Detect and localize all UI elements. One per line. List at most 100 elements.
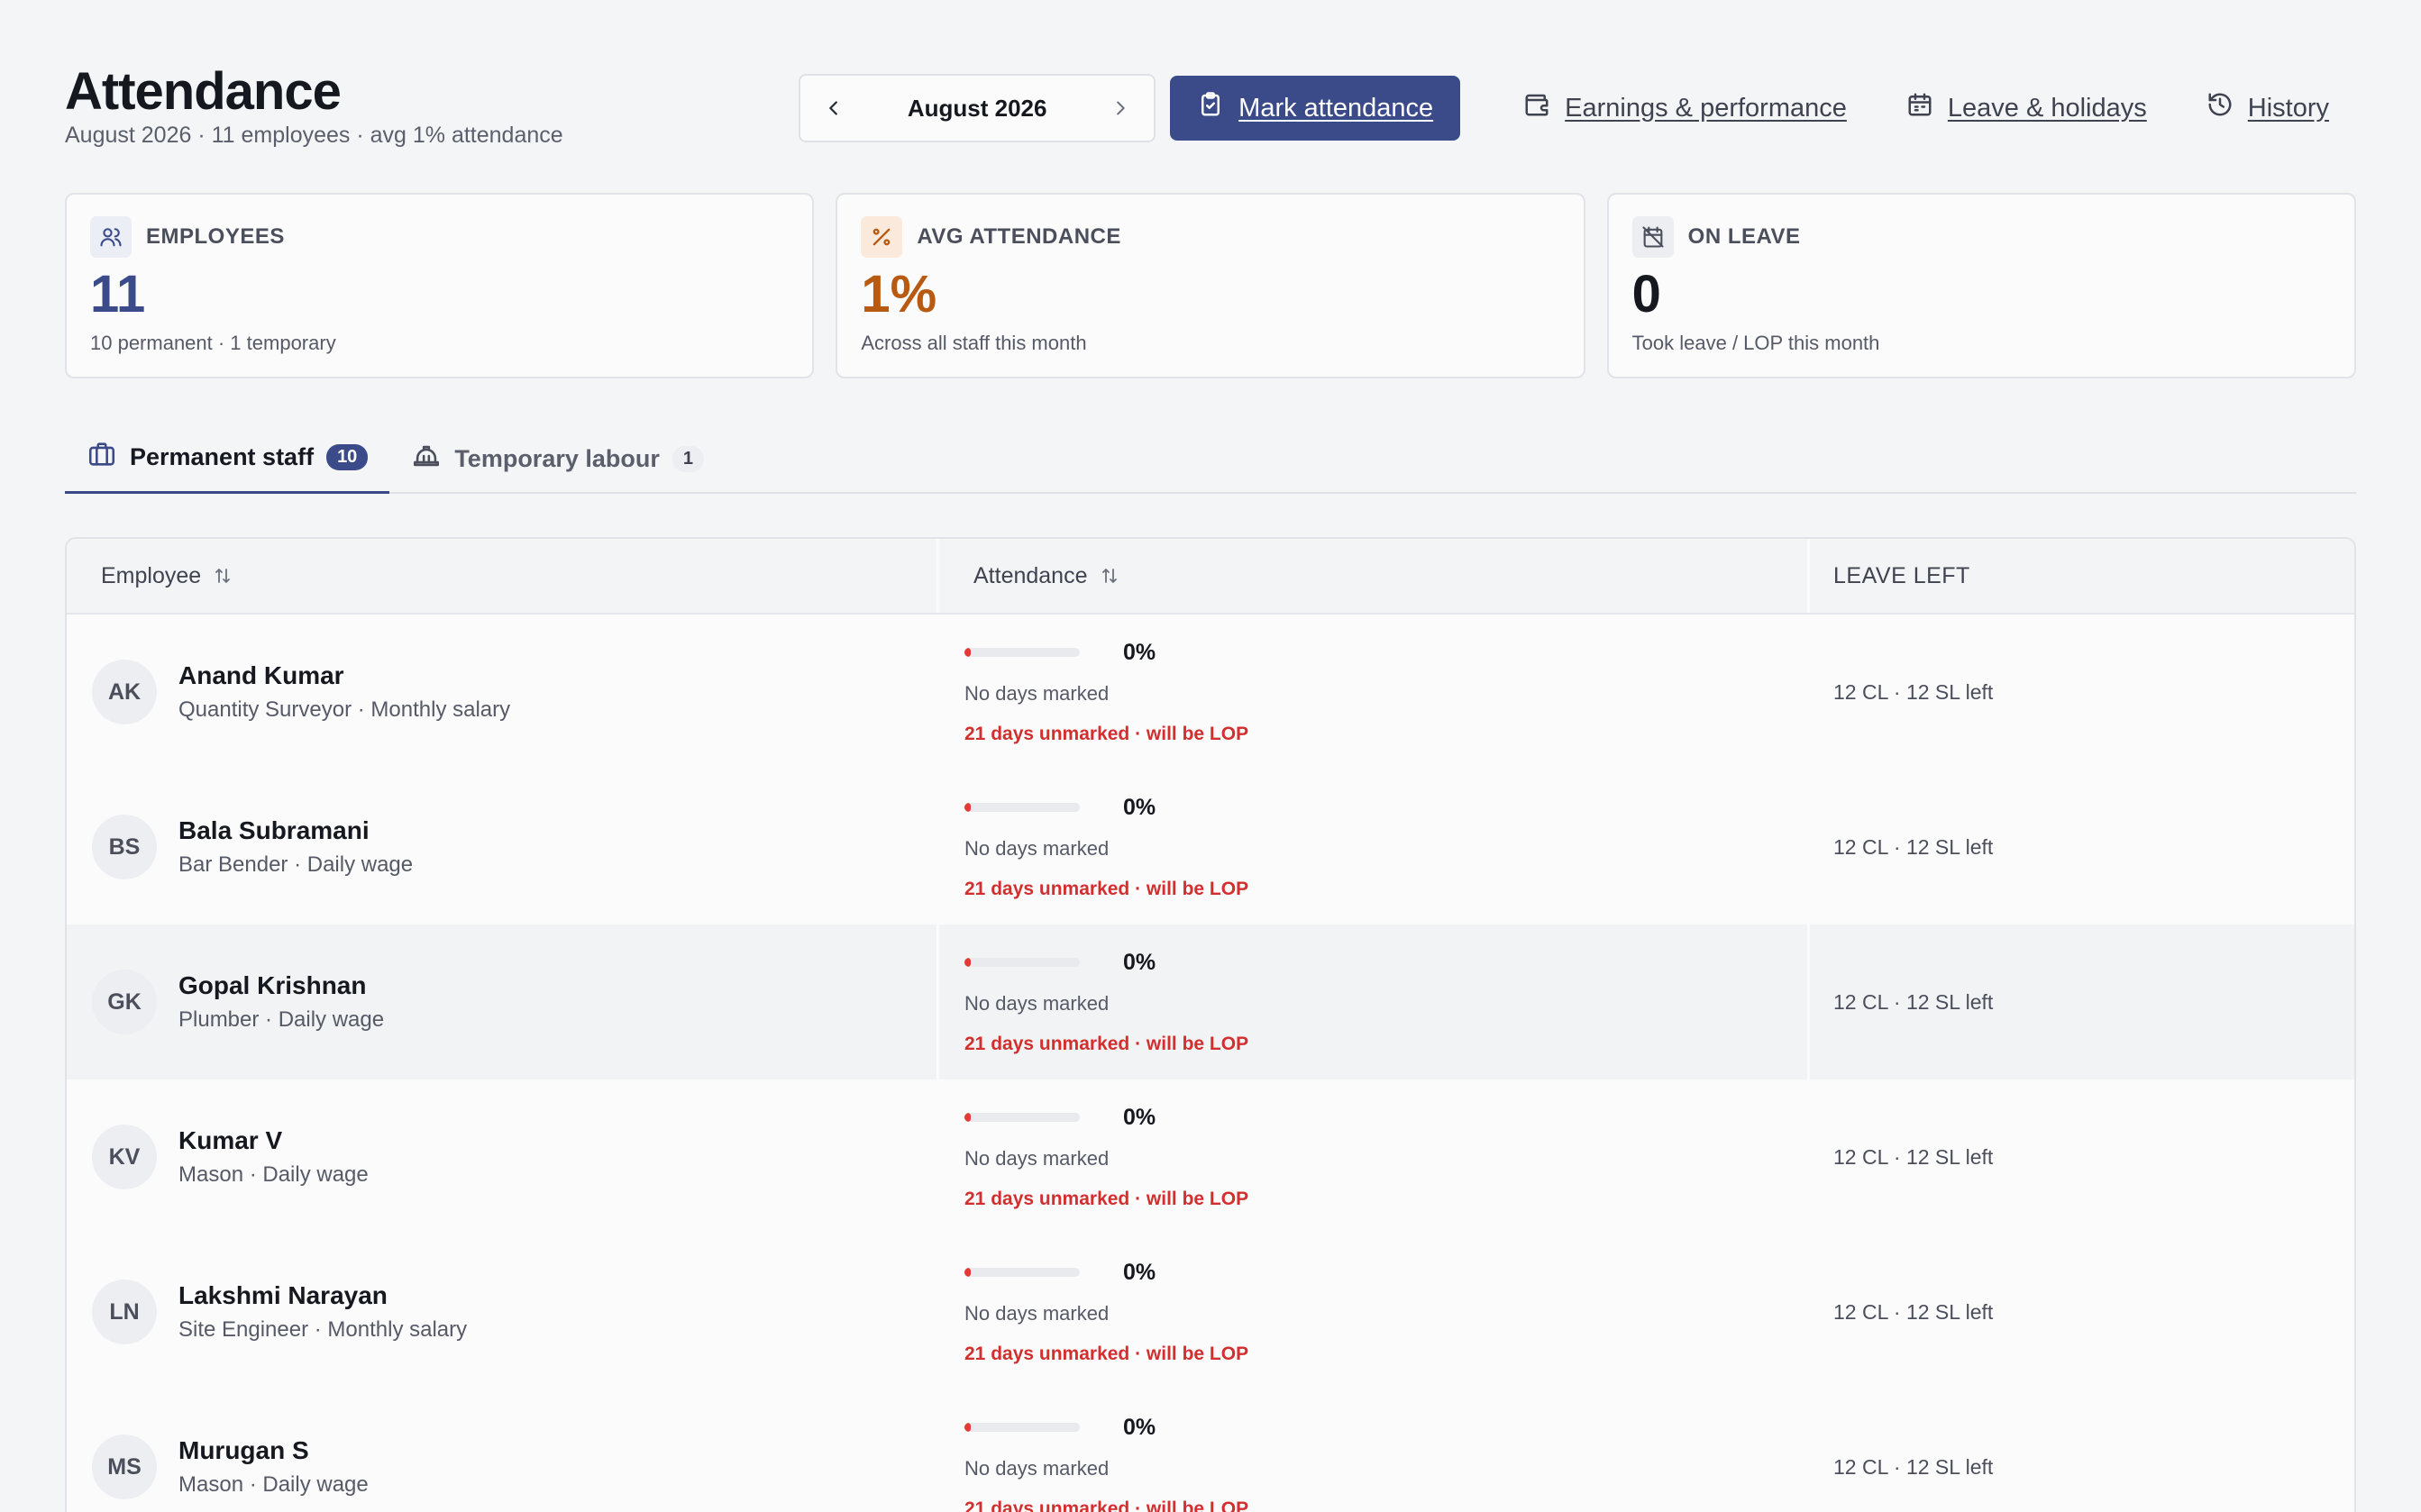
wallet-icon: [1523, 91, 1550, 125]
table-body: AK Anand Kumar Quantity Surveyor · Month…: [67, 615, 2354, 1512]
users-icon: [90, 216, 132, 258]
employee-cell: KV Kumar V Mason · Daily wage: [67, 1079, 939, 1234]
attendance-status: No days marked: [964, 991, 1110, 1015]
attendance-cell: 0% No days marked 21 days unmarked · wil…: [939, 770, 1810, 925]
lop-warning: 21 days unmarked · will be LOP: [964, 1498, 1249, 1512]
percent-icon: [861, 216, 903, 258]
employee-name[interactable]: Bala Subramani: [178, 816, 413, 845]
attendance-cell: 0% No days marked 21 days unmarked · wil…: [939, 1234, 1810, 1389]
clipboard-check-icon: [1197, 91, 1224, 125]
header-actions: August 2026 Mark attendance Earnings & p…: [799, 74, 2356, 142]
column-header-leave-left: LEAVE LEFT: [1810, 539, 2354, 613]
employee-role: Quantity Surveyor · Monthly salary: [178, 697, 511, 722]
leave-left-cell: 12 CL · 12 SL left: [1833, 1144, 1994, 1169]
attendance-progress-bar: [964, 803, 1080, 812]
employee-info: Lakshmi Narayan Site Engineer · Monthly …: [178, 1281, 467, 1343]
avatar: KV: [92, 1125, 157, 1189]
lop-warning: 21 days unmarked · will be LOP: [964, 1343, 1249, 1364]
sort-icon[interactable]: [1099, 565, 1120, 587]
column-header-attendance: Attendance: [939, 539, 1810, 613]
employee-name[interactable]: Anand Kumar: [178, 661, 510, 690]
hard-hat-icon: [411, 441, 442, 478]
calendar-icon: [1906, 91, 1933, 125]
chevron-right-icon[interactable]: [1107, 95, 1134, 122]
stat-card-on-leave: ON LEAVE 0 Took leave / LOP this month: [1606, 193, 2356, 378]
attendance-progress-fill: [964, 1423, 971, 1432]
table-row[interactable]: AK Anand Kumar Quantity Surveyor · Month…: [67, 615, 2354, 770]
tab-count-badge: 1: [671, 445, 704, 472]
title-block: Attendance August 2026 · 11 employees · …: [65, 63, 563, 149]
employee-role: Mason · Daily wage: [178, 1472, 369, 1497]
attendance-progress-bar: [964, 1423, 1080, 1432]
avatar: BS: [92, 815, 157, 879]
leave-holidays-button[interactable]: Leave & holidays: [1883, 76, 2170, 141]
page-header: Attendance August 2026 · 11 employees · …: [65, 54, 2356, 153]
table-row[interactable]: GK Gopal Krishnan Plumber · Daily wage 0…: [67, 925, 2354, 1079]
attendance-table: Employee Attendance LEAVE LEFT AK Anand …: [65, 537, 2356, 1512]
table-header: Employee Attendance LEAVE LEFT: [67, 539, 2354, 615]
leave-holidays-label: Leave & holidays: [1947, 93, 2147, 123]
briefcase-icon: [87, 439, 117, 476]
table-row[interactable]: LN Lakshmi Narayan Site Engineer · Month…: [67, 1234, 2354, 1389]
history-label: History: [2247, 93, 2329, 123]
mark-attendance-button[interactable]: Mark attendance: [1170, 76, 1461, 141]
card-note: Across all staff this month: [861, 332, 1087, 354]
attendance-percent: 0%: [1123, 1414, 1156, 1440]
attendance-percent: 0%: [1123, 794, 1156, 820]
table-row[interactable]: KV Kumar V Mason · Daily wage 0% No days…: [67, 1079, 2354, 1234]
attendance-summary: 0%: [964, 795, 1156, 821]
stat-cards: EMPLOYEES 11 10 permanent · 1 temporary …: [65, 193, 2356, 378]
employee-info: Gopal Krishnan Plumber · Daily wage: [178, 971, 384, 1033]
attendance-status: No days marked: [964, 681, 1110, 705]
attendance-progress-fill: [964, 1268, 971, 1277]
earnings-button[interactable]: Earnings & performance: [1500, 76, 1870, 141]
leave-left-cell: 12 CL · 12 SL left: [1833, 989, 1994, 1014]
attendance-progress-bar: [964, 958, 1080, 967]
attendance-progress-bar: [964, 1268, 1080, 1277]
tab-permanent-staff[interactable]: Permanent staff 10: [65, 424, 390, 494]
month-label: August 2026: [907, 94, 1047, 122]
leave-left-cell: 12 CL · 12 SL left: [1833, 834, 1994, 859]
attendance-cell: 0% No days marked 21 days unmarked · wil…: [939, 1079, 1810, 1234]
card-value: 1%: [861, 265, 937, 323]
avatar: MS: [92, 1435, 157, 1499]
leave-left-cell: 12 CL · 12 SL left: [1833, 1299, 1994, 1324]
tab-temporary-labour[interactable]: Temporary labour 1: [389, 424, 726, 494]
avatar: GK: [92, 970, 157, 1034]
tab-count-badge: 10: [326, 444, 369, 470]
attendance-status: No days marked: [964, 1456, 1110, 1480]
chevron-left-icon[interactable]: [820, 95, 847, 122]
attendance-summary: 0%: [964, 1415, 1156, 1441]
attendance-progress-fill: [964, 1113, 971, 1122]
employee-role: Bar Bender · Daily wage: [178, 852, 414, 877]
lop-warning: 21 days unmarked · will be LOP: [964, 1188, 1249, 1209]
table-row[interactable]: BS Bala Subramani Bar Bender · Daily wag…: [67, 770, 2354, 925]
card-value: 11: [90, 265, 146, 323]
employee-info: Murugan S Mason · Daily wage: [178, 1436, 369, 1498]
attendance-summary: 0%: [964, 640, 1156, 666]
column-label: Employee: [101, 562, 202, 588]
attendance-progress-bar: [964, 1113, 1080, 1122]
employee-role: Plumber · Daily wage: [178, 1007, 385, 1032]
employee-name[interactable]: Kumar V: [178, 1126, 369, 1155]
employee-name[interactable]: Gopal Krishnan: [178, 971, 384, 1000]
avatar: AK: [92, 660, 157, 724]
employee-role: Mason · Daily wage: [178, 1162, 369, 1187]
column-label: LEAVE LEFT: [1833, 562, 1970, 588]
leave-left-cell: 12 CL · 12 SL left: [1833, 679, 1994, 704]
table-row[interactable]: MS Murugan S Mason · Daily wage 0% No da…: [67, 1389, 2354, 1512]
employee-name[interactable]: Murugan S: [178, 1436, 369, 1465]
employee-info: Bala Subramani Bar Bender · Daily wage: [178, 816, 413, 878]
attendance-cell: 0% No days marked 21 days unmarked · wil…: [939, 1389, 1810, 1512]
attendance-status: No days marked: [964, 1301, 1110, 1325]
attendance-percent: 0%: [1123, 1104, 1156, 1130]
column-header-employee: Employee: [67, 539, 939, 613]
history-button[interactable]: History: [2183, 76, 2356, 141]
attendance-page: Attendance August 2026 · 11 employees · …: [0, 0, 2421, 1512]
month-picker: August 2026: [799, 74, 1156, 142]
card-note: 10 permanent · 1 temporary: [90, 332, 336, 354]
card-note: Took leave / LOP this month: [1631, 332, 1880, 354]
attendance-cell: 0% No days marked 21 days unmarked · wil…: [939, 615, 1810, 770]
sort-icon[interactable]: [212, 565, 233, 587]
employee-name[interactable]: Lakshmi Narayan: [178, 1281, 467, 1310]
